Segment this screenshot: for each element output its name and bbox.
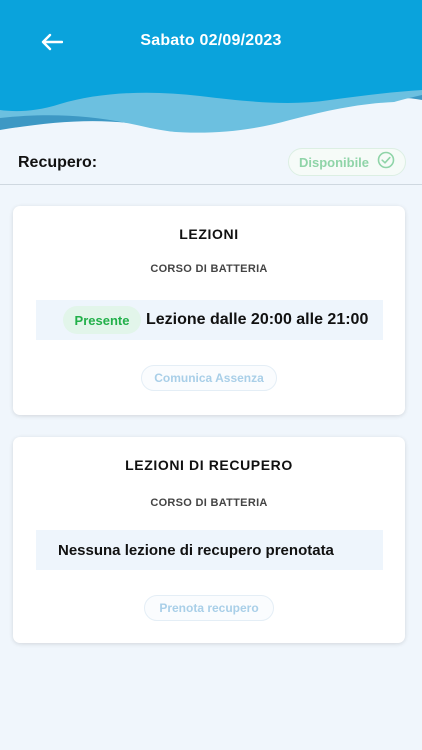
lezioni-recupero-course: CORSO DI BATTERIA (150, 497, 268, 509)
lezioni-card: LEZIONI CORSO DI BATTERIA Presente Lezio… (13, 206, 405, 415)
lezioni-recupero-card: LEZIONI DI RECUPERO CORSO DI BATTERIA Ne… (13, 437, 405, 643)
prenota-recupero-button[interactable]: Prenota recupero (144, 595, 274, 621)
comunica-assenza-button[interactable]: Comunica Assenza (141, 365, 277, 391)
lesson-time-text: Lezione dalle 20:00 alle 21:00 (146, 311, 369, 328)
recupero-label: Recupero: (18, 154, 98, 171)
lezioni-recupero-title: LEZIONI DI RECUPERO (125, 457, 293, 473)
lesson-item: Presente Lezione dalle 20:00 alle 21:00 (36, 300, 383, 340)
empty-recupero-item: Nessuna lezione di recupero prenotata (36, 530, 383, 570)
lezioni-course: CORSO DI BATTERIA (150, 263, 268, 275)
empty-recupero-text: Nessuna lezione di recupero prenotata (58, 541, 334, 559)
disponibile-text: Disponibile (298, 154, 370, 170)
recupero-status-row: Recupero: Disponibile (0, 146, 422, 185)
page-title: Sabato 02/09/2023 (140, 32, 282, 49)
header-wave-background (0, 0, 422, 145)
disponibile-badge: Disponibile (288, 148, 406, 176)
presente-badge: Presente (63, 306, 141, 334)
lezioni-title: LEZIONI (179, 226, 239, 242)
check-circle-icon (377, 151, 395, 174)
header: Sabato 02/09/2023 (0, 0, 422, 145)
